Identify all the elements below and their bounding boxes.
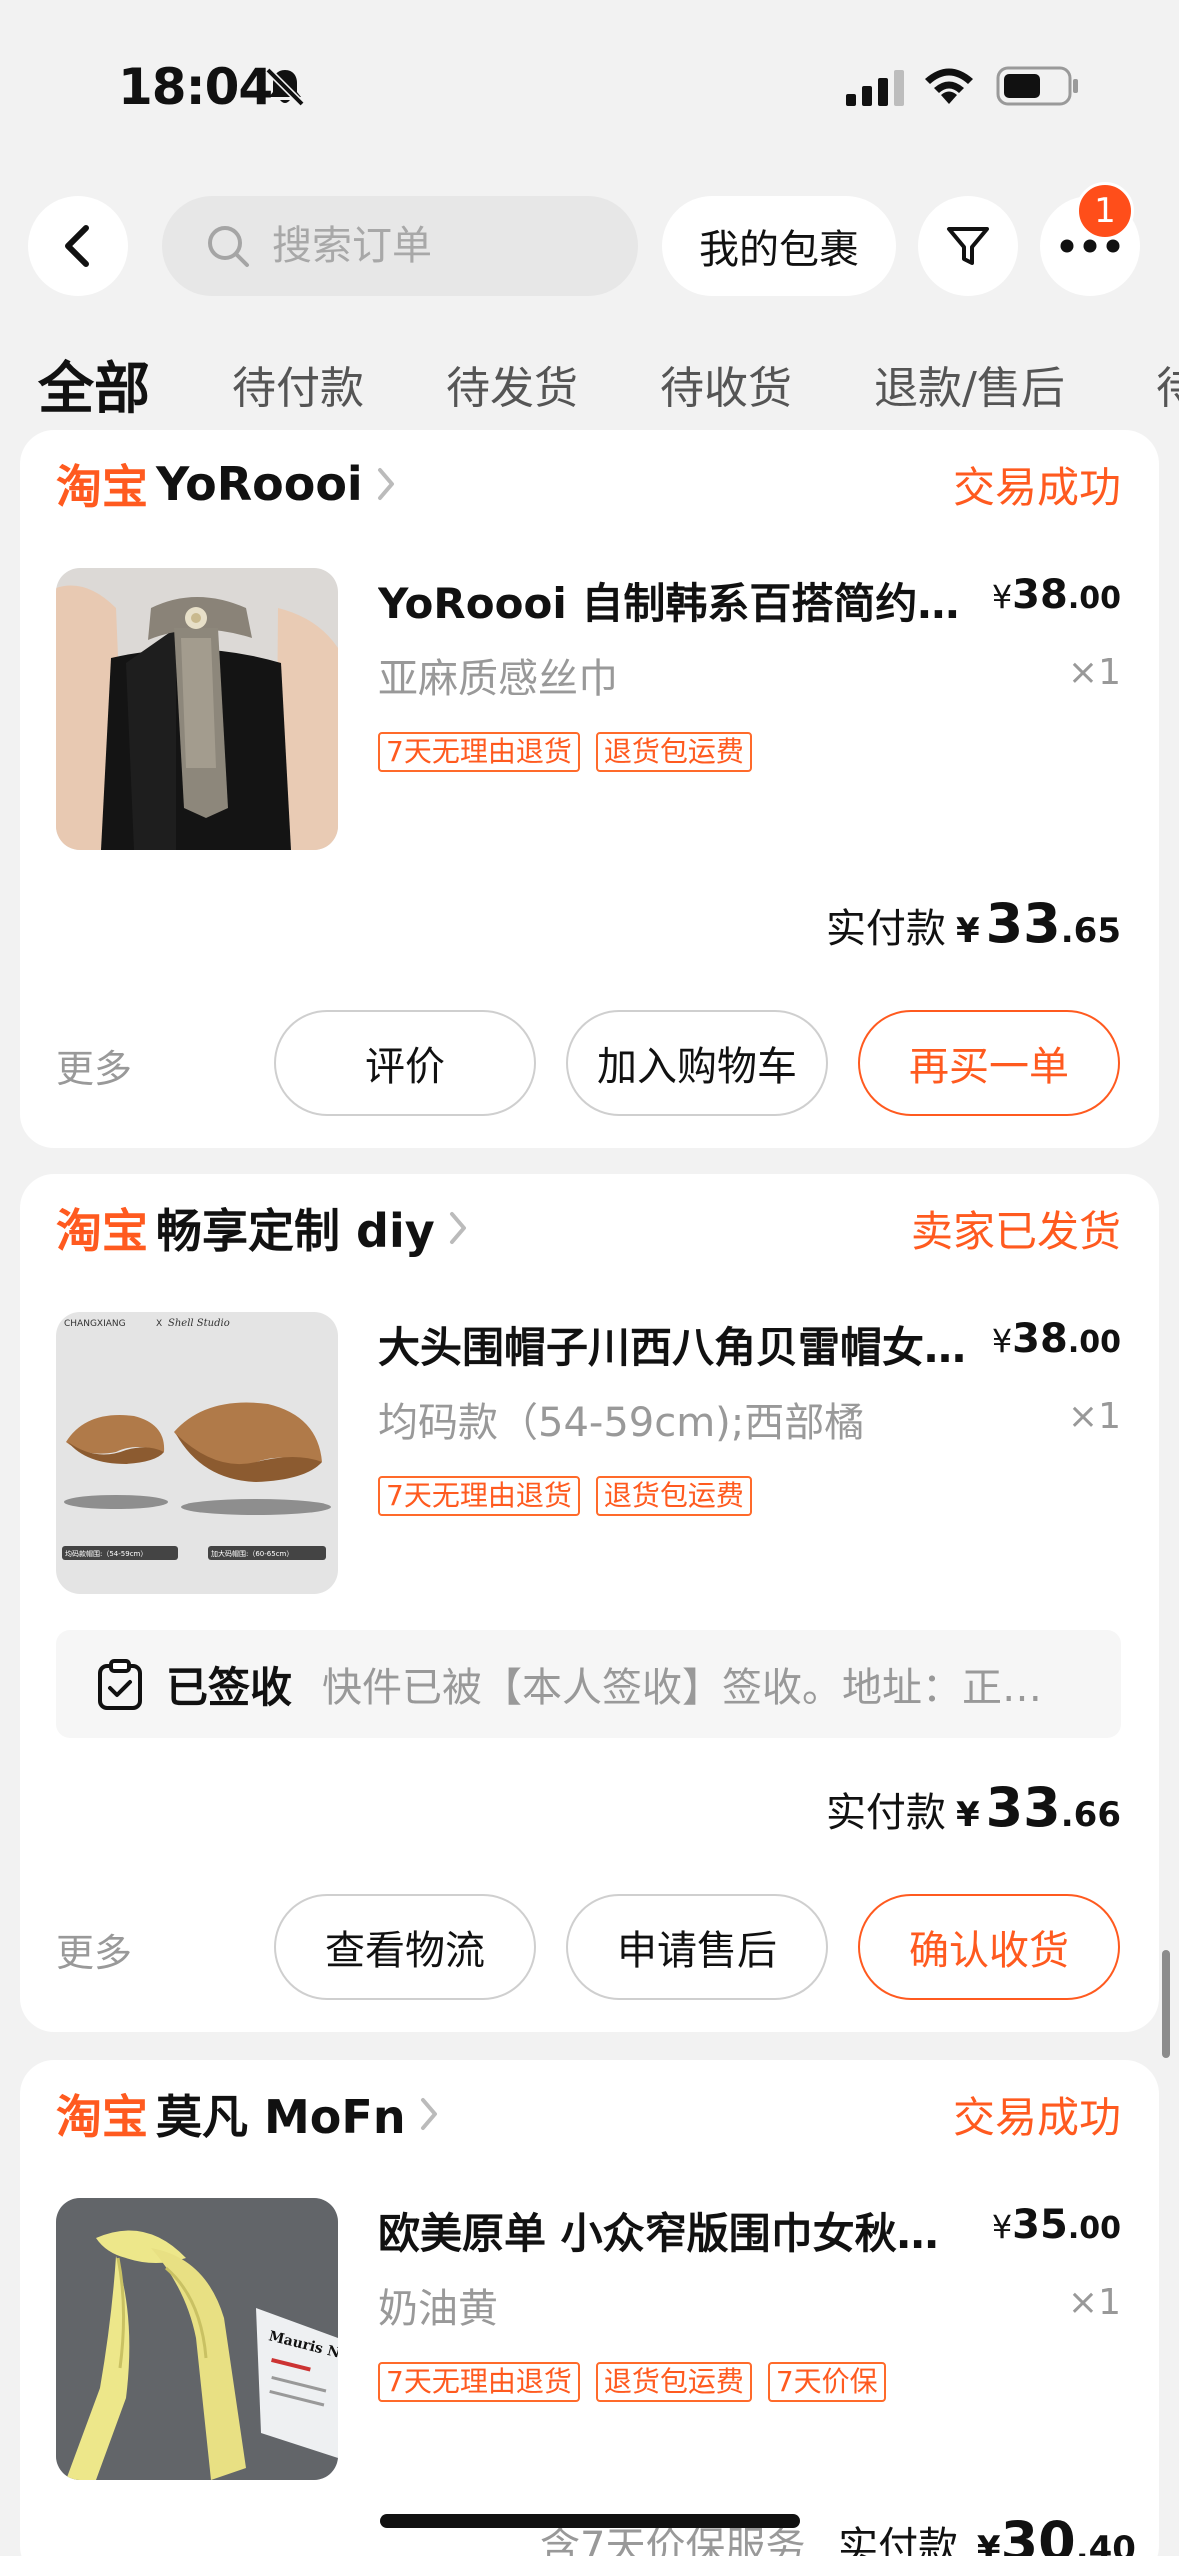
order-tabs: 全部 待付款 待发货 待收货 退款/售后 待	[0, 352, 1179, 438]
price-protection-note: 含7天价保服务	[540, 2524, 806, 2556]
battery-icon	[996, 66, 1078, 106]
shop-name[interactable]: YoRoooi	[156, 457, 363, 511]
status-bar: 18:04	[0, 0, 1179, 170]
more-link[interactable]: 更多	[56, 1038, 132, 1093]
review-button[interactable]: 评价	[274, 1010, 536, 1116]
bell-off-icon	[265, 67, 305, 107]
shop-name[interactable]: 畅享定制 diy	[156, 1195, 435, 1261]
item-price: ¥35.00	[991, 2202, 1121, 2248]
order-card: 淘宝 莫凡 MoFn 交易成功 Mauris News 欧美原单 小众窄版围巾女…	[20, 2060, 1159, 2556]
item-quantity: ×1	[1067, 2282, 1121, 2323]
logistics-bar[interactable]: 已签收 快件已被【本人签收】签收。地址：正…	[56, 1630, 1121, 1738]
confirm-receipt-button[interactable]: 确认收货	[858, 1894, 1120, 2000]
request-aftersales-button[interactable]: 申请售后	[566, 1894, 828, 2000]
product-image[interactable]: Mauris News	[56, 2198, 338, 2480]
chevron-left-icon	[65, 225, 89, 267]
service-tag: 7天无理由退货	[378, 732, 580, 772]
service-tags: 7天无理由退货 退货包运费	[378, 732, 752, 772]
more-link[interactable]: 更多	[56, 1922, 132, 1977]
search-box[interactable]	[162, 196, 638, 296]
item-title[interactable]: 大头围帽子川西八角贝雷帽女秋冬	[378, 1314, 978, 1375]
tab-pending-review[interactable]: 待	[1156, 352, 1179, 416]
buy-again-button[interactable]: 再买一单	[858, 1010, 1120, 1116]
item-sku: 亚麻质感丝巾	[378, 656, 618, 702]
tab-pending-payment[interactable]: 待付款	[232, 352, 364, 416]
shop-name[interactable]: 莫凡 MoFn	[156, 2081, 406, 2147]
cellular-signal-icon	[846, 70, 904, 106]
chevron-right-icon	[420, 2098, 437, 2130]
item-price: ¥38.00	[991, 572, 1121, 618]
logistics-detail: 快件已被【本人签收】签收。地址：正…	[322, 1665, 1043, 1711]
item-price: ¥38.00	[991, 1316, 1121, 1362]
paid-label: 实付款	[825, 906, 946, 952]
paid-label: 实付款	[838, 2524, 959, 2556]
status-time: 18:04	[118, 58, 273, 116]
service-tag: 7天无理由退货	[378, 1476, 580, 1516]
search-icon	[208, 226, 249, 267]
service-tags: 7天无理由退货 退货包运费	[378, 1476, 752, 1516]
logistics-status: 已签收	[166, 1662, 293, 1712]
filter-button[interactable]	[918, 196, 1018, 296]
tab-all[interactable]: 全部	[38, 352, 150, 425]
top-nav: 我的包裹 1	[0, 182, 1179, 300]
service-tag: 退货包运费	[595, 1476, 752, 1516]
service-tag: 退货包运费	[595, 732, 752, 772]
notification-badge: 1	[1076, 182, 1134, 240]
back-button[interactable]	[28, 196, 128, 296]
order-header: 淘宝 YoRoooi 交易成功	[56, 452, 1121, 516]
service-tag: 7天价保	[767, 2362, 886, 2402]
home-indicator[interactable]	[380, 2514, 800, 2528]
item-sku: 奶油黄	[378, 2286, 498, 2332]
svg-text:Shell Studio: Shell Studio	[168, 1318, 230, 1329]
svg-text:X: X	[156, 1319, 162, 1329]
product-image[interactable]	[56, 568, 338, 850]
service-tags: 7天无理由退货 退货包运费 7天价保	[378, 2362, 886, 2402]
svg-text:均码款帽围:（54-59cm）: 均码款帽围:（54-59cm）	[65, 1549, 147, 1558]
more-dots-icon	[1060, 239, 1120, 253]
taobao-logo: 淘宝	[56, 1204, 148, 1258]
order-card: 淘宝 YoRoooi 交易成功 YoRoooi 自制韩系百搭简约亚麻质感丝巾 ¥…	[20, 430, 1159, 1148]
tab-pending-receipt[interactable]: 待收货	[660, 352, 792, 416]
wifi-icon	[925, 68, 973, 104]
svg-text:加大码帽围:（60-65cm）: 加大码帽围:（60-65cm）	[211, 1549, 293, 1558]
service-tag: 7天无理由退货	[378, 2362, 580, 2402]
paid-amount: 实付款 ¥33.66	[825, 1776, 1121, 1839]
order-card: 淘宝 畅享定制 diy 卖家已发货 CHANGXIANG X Shell Stu…	[20, 1174, 1159, 2032]
taobao-logo: 淘宝	[56, 2090, 148, 2144]
item-sku: 均码款（54-59cm);西部橘	[378, 1400, 865, 1446]
chevron-right-icon	[377, 468, 394, 500]
clipboard-check-icon	[98, 1659, 142, 1710]
order-status: 交易成功	[952, 462, 1121, 512]
item-quantity: ×1	[1067, 652, 1121, 693]
order-status: 卖家已发货	[910, 1206, 1121, 1256]
product-image[interactable]: CHANGXIANG X Shell Studio 均码款帽围:（54-59cm…	[56, 1312, 338, 1594]
filter-icon	[947, 227, 989, 265]
paid-label: 实付款	[825, 1790, 946, 1836]
taobao-logo: 淘宝	[56, 460, 148, 514]
my-packages-button[interactable]: 我的包裹	[662, 196, 896, 296]
tab-pending-shipment[interactable]: 待发货	[446, 352, 578, 416]
item-title[interactable]: YoRoooi 自制韩系百搭简约亚麻质感丝巾	[378, 570, 978, 631]
add-to-cart-button[interactable]: 加入购物车	[566, 1010, 828, 1116]
service-tag: 退货包运费	[595, 2362, 752, 2402]
chevron-right-icon	[449, 1212, 466, 1244]
order-header: 淘宝 莫凡 MoFn 交易成功	[56, 2082, 1121, 2146]
tab-refund-aftersales[interactable]: 退款/售后	[874, 352, 1065, 416]
paid-amount: 实付款 ¥33.65	[825, 892, 1121, 955]
scrollbar[interactable]	[1162, 1950, 1170, 2058]
order-header: 淘宝 畅享定制 diy 卖家已发货	[56, 1196, 1121, 1260]
search-input[interactable]	[272, 223, 632, 269]
svg-text:CHANGXIANG: CHANGXIANG	[64, 1319, 126, 1329]
order-status: 交易成功	[952, 2092, 1121, 2142]
item-title[interactable]: 欧美原单 小众窄版围巾女秋冬奶油黄	[378, 2200, 978, 2261]
item-quantity: ×1	[1067, 1396, 1121, 1437]
view-logistics-button[interactable]: 查看物流	[274, 1894, 536, 2000]
